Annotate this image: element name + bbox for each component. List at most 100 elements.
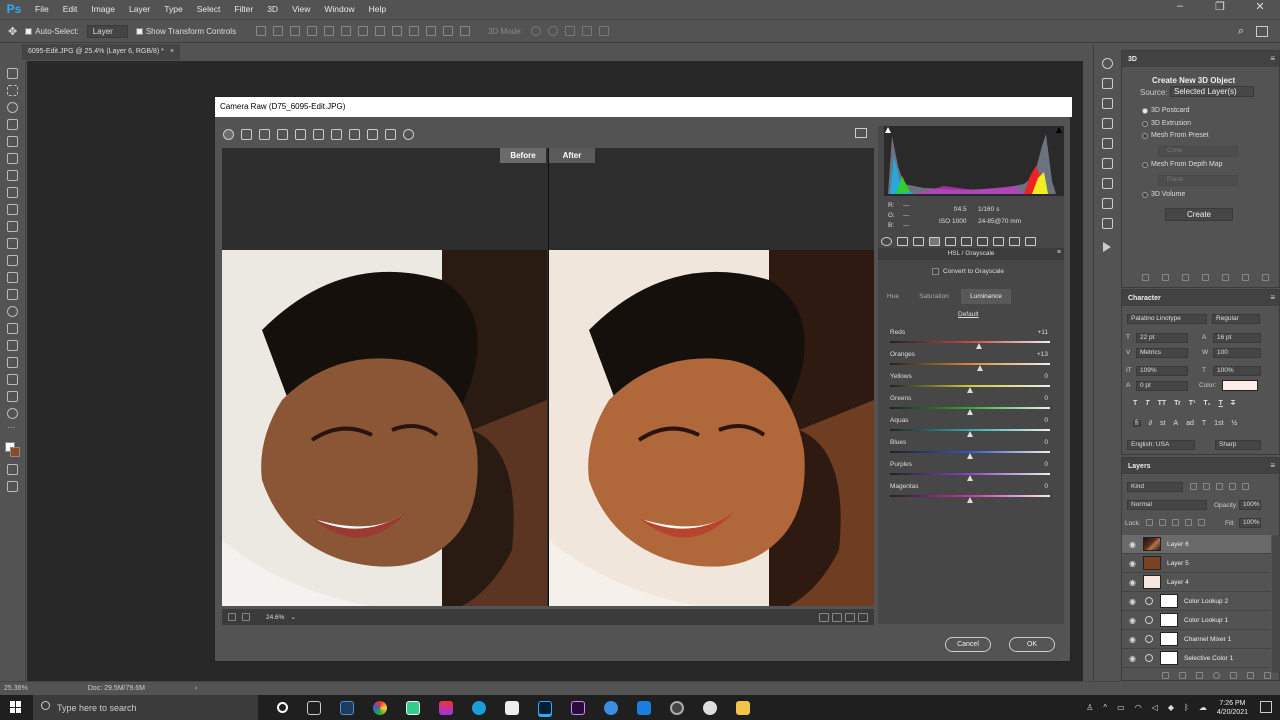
lightroom-icon[interactable]	[340, 700, 354, 715]
store-icon[interactable]	[505, 700, 519, 715]
layer-row[interactable]: ◉ Channel Mixer 1	[1122, 630, 1271, 649]
roll-icon[interactable]	[547, 26, 558, 36]
filter-adjust-icon[interactable]	[1203, 483, 1210, 490]
slider-thumb[interactable]	[967, 453, 973, 459]
delete-icon[interactable]	[1262, 274, 1269, 281]
clone-stamp-icon[interactable]	[7, 221, 18, 232]
lock-transparent-icon[interactable]	[1146, 519, 1153, 526]
zoom-dropdown-icon[interactable]: ⌄	[290, 613, 295, 621]
photoshop-taskbar-icon[interactable]	[538, 700, 552, 715]
lock-all-icon[interactable]	[1198, 519, 1205, 526]
visibility-eye-icon[interactable]: ◉	[1128, 559, 1137, 568]
align-bottom-icon[interactable]	[290, 26, 301, 36]
filter-type-icon[interactable]	[1216, 483, 1223, 490]
subscript-button[interactable]: T₁	[1203, 400, 1210, 407]
slider-value[interactable]: +11	[1018, 329, 1048, 336]
zoom-level[interactable]: 24.6%	[266, 614, 284, 621]
stylistic-alternates-button[interactable]: A	[1173, 420, 1178, 427]
shadow-clip-icon[interactable]	[885, 127, 891, 133]
mail-icon[interactable]	[637, 700, 651, 715]
cortana-icon[interactable]	[277, 702, 288, 713]
radio-depth-map[interactable]	[1142, 162, 1148, 168]
bluetooth-icon[interactable]: ᛒ	[1184, 703, 1189, 712]
open-preferences-icon[interactable]	[855, 128, 867, 138]
split-toning-tab-icon[interactable]	[945, 236, 956, 246]
slider-thumb[interactable]	[967, 409, 973, 415]
filter-mesh-icon[interactable]	[1162, 274, 1169, 281]
move-tool-icon[interactable]: ✥	[8, 25, 17, 38]
layer-row[interactable]: ◉ Color Lookup 2	[1122, 592, 1271, 611]
slider-value[interactable]: +13	[1018, 351, 1048, 358]
hsl-tab-icon[interactable]	[929, 236, 940, 246]
distribute-left-icon[interactable]	[409, 26, 420, 36]
panel-menu-icon[interactable]: ≡	[1270, 461, 1275, 470]
hand-tool-icon[interactable]	[241, 128, 252, 140]
status-arrow[interactable]: ›	[195, 685, 197, 692]
eraser-tool-icon[interactable]	[7, 255, 18, 266]
fx-icon[interactable]	[1179, 672, 1186, 679]
baseline-field[interactable]: 0 pt	[1136, 381, 1188, 391]
swash-button[interactable]: st	[1160, 420, 1165, 427]
show-transform-checkbox[interactable]: Show Transform Controls	[135, 27, 236, 36]
targeted-adjust-tool-icon[interactable]	[295, 128, 306, 140]
menu-select[interactable]: Select	[190, 4, 228, 14]
filter-shape-icon[interactable]	[1229, 483, 1236, 490]
menu-3d[interactable]: 3D	[260, 4, 285, 14]
detail-tab-icon[interactable]	[913, 236, 924, 246]
screen-mode-icon[interactable]	[7, 481, 18, 492]
play-action-icon[interactable]	[1103, 242, 1111, 252]
lock-position-icon[interactable]	[1172, 519, 1179, 526]
visibility-eye-icon[interactable]: ◉	[1128, 578, 1137, 587]
resize-grip-icon[interactable]: ⋰	[1062, 653, 1068, 660]
grayscale-checkbox[interactable]	[932, 268, 939, 275]
layers-panel-tab[interactable]: Layers	[1122, 458, 1279, 474]
path-select-icon[interactable]	[7, 357, 18, 368]
windows-start-icon[interactable]	[10, 701, 22, 713]
kerning-field[interactable]: Metrics	[1136, 348, 1188, 358]
itunes-icon[interactable]	[703, 700, 717, 715]
visibility-eye-icon[interactable]: ◉	[1128, 635, 1137, 644]
slider-value[interactable]: 0	[1018, 373, 1048, 380]
document-tab[interactable]: 6095-Edit.JPG @ 25.4% (Layer 6, RGB/8) *…	[22, 44, 180, 60]
type-tool-icon[interactable]	[7, 340, 18, 351]
crop-tool-icon[interactable]	[7, 136, 18, 147]
new-layer-icon[interactable]	[1247, 672, 1254, 679]
luminance-subtab[interactable]: Luminance	[961, 289, 1011, 304]
dropbox-icon[interactable]: ◆	[1168, 703, 1174, 712]
menu-image[interactable]: Image	[84, 4, 122, 14]
file-explorer-icon[interactable]	[736, 700, 750, 715]
opacity-field[interactable]: 100%	[1239, 500, 1261, 510]
menu-view[interactable]: View	[285, 4, 317, 14]
character-icon[interactable]	[1101, 178, 1113, 189]
battery-icon[interactable]: ▭	[1117, 703, 1125, 712]
dodge-tool-icon[interactable]	[7, 306, 18, 317]
marquee-tool-icon[interactable]	[7, 85, 18, 96]
slider-value[interactable]: 0	[1018, 417, 1048, 424]
strikethrough-button[interactable]: T	[1231, 400, 1235, 407]
spot-removal-tool-icon[interactable]	[349, 128, 360, 140]
text-color-swatch[interactable]	[1222, 380, 1258, 391]
layer-filter-dropdown[interactable]: Kind	[1127, 482, 1183, 492]
saturation-subtab[interactable]: Saturation	[911, 289, 957, 304]
align-vcenter-icon[interactable]	[273, 26, 284, 36]
ornaments-button[interactable]: T	[1202, 420, 1206, 427]
toggle-settings-icon[interactable]	[858, 612, 868, 622]
quick-select-tool-icon[interactable]	[7, 119, 18, 130]
chrome-icon[interactable]	[373, 700, 387, 715]
slider-value[interactable]: 0	[1018, 395, 1048, 402]
taskbar-search[interactable]: Type here to search	[33, 695, 258, 720]
image-preview[interactable]: Before After	[222, 148, 874, 606]
adjustments-icon[interactable]	[1101, 118, 1113, 129]
slide-icon[interactable]	[581, 26, 592, 36]
quick-mask-icon[interactable]	[7, 464, 18, 475]
slider-track[interactable]	[890, 363, 1050, 365]
auto-align-icon[interactable]	[460, 26, 471, 36]
edge-icon[interactable]	[472, 700, 486, 715]
slider-thumb[interactable]	[967, 431, 973, 437]
brush-tool-icon[interactable]	[7, 204, 18, 215]
clock[interactable]: 7:26 PM 4/20/2021	[1217, 699, 1248, 717]
menu-file[interactable]: File	[28, 4, 56, 14]
workspace-icon[interactable]	[1256, 25, 1268, 37]
swap-settings-icon[interactable]	[832, 612, 842, 622]
new-adjustment-icon[interactable]	[1213, 672, 1220, 679]
